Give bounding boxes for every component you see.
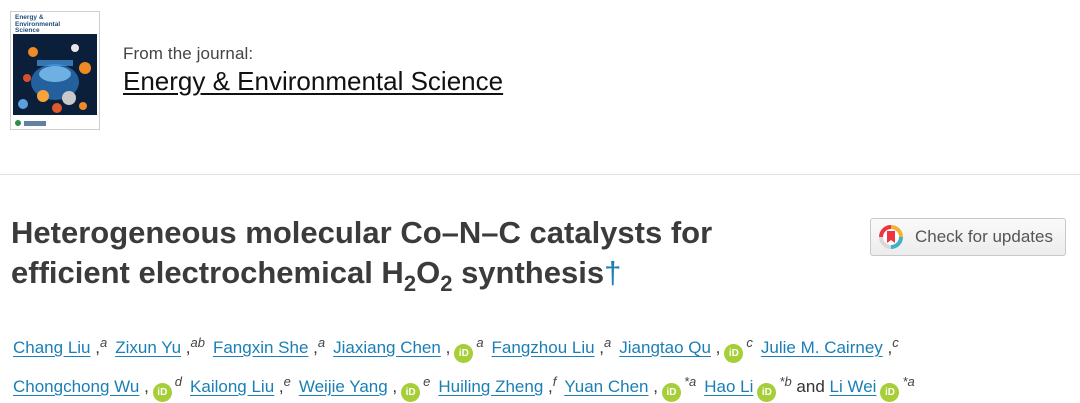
affiliation-marker[interactable]: c — [892, 335, 899, 350]
affiliation-marker[interactable]: d — [175, 374, 182, 389]
orcid-icon[interactable]: iD — [401, 383, 421, 402]
author-entry: Julie M. Cairney ,c — [760, 335, 899, 357]
author-entry: Jiaxiang Chen , iDa — [333, 335, 484, 363]
author-entry: Huiling Zheng ,f — [438, 374, 557, 396]
author-entry: Fangxin She ,a — [212, 335, 326, 357]
journal-header: Energy & Environmental Science From the … — [0, 0, 1080, 175]
article-page: Energy & Environmental Science From the … — [0, 0, 1080, 403]
affiliation-marker[interactable]: *a — [684, 374, 696, 389]
check-for-updates-button[interactable]: Check for updates — [870, 218, 1066, 256]
author-name-link[interactable]: Jiaxiang Chen — [333, 338, 441, 357]
author-name-link[interactable]: Chang Liu — [13, 338, 91, 357]
author-entry: Li Wei iD*a — [830, 374, 915, 402]
author-list: Chang Liu ,a Zixun Yu ,ab Fangxin She ,a Ji… — [13, 328, 1073, 403]
author-name-link[interactable]: Li Wei — [830, 377, 877, 396]
affiliation-marker[interactable]: f — [553, 374, 557, 389]
author-name-link[interactable]: Yuan Chen — [564, 377, 648, 396]
author-name-link[interactable]: Jiangtao Qu — [619, 338, 711, 357]
affiliation-marker[interactable]: e — [423, 374, 430, 389]
orcid-icon[interactable]: iD — [454, 344, 474, 363]
author-entry: Weijie Yang , iDe — [299, 374, 430, 402]
author-name-link[interactable]: Kailong Liu — [190, 377, 274, 396]
author-entry: Fangzhou Liu ,a — [491, 335, 612, 357]
author-name-link[interactable]: Fangxin She — [213, 338, 308, 357]
author-name-link[interactable]: Hao Li — [704, 377, 753, 396]
affiliation-marker[interactable]: e — [284, 374, 291, 389]
orcid-icon[interactable]: iD — [880, 383, 900, 402]
author-name-link[interactable]: Huiling Zheng — [438, 377, 543, 396]
author-entry: Yuan Chen , iD*a — [564, 374, 696, 402]
header-divider — [0, 174, 1080, 175]
affiliation-marker[interactable]: a — [100, 335, 107, 350]
crossmark-icon — [879, 225, 903, 249]
author-name-link[interactable]: Weijie Yang — [299, 377, 388, 396]
orcid-icon[interactable]: iD — [661, 383, 681, 402]
author-name-link[interactable]: Chongchong Wu — [13, 377, 139, 396]
affiliation-marker[interactable]: a — [604, 335, 611, 350]
author-entry: Hao Li iD*b — [704, 374, 792, 402]
check-for-updates-label: Check for updates — [915, 227, 1053, 246]
affiliation-marker[interactable]: a — [318, 335, 325, 350]
journal-cover-image[interactable]: Energy & Environmental Science — [10, 11, 100, 130]
footnote-dagger-link[interactable]: † — [604, 255, 621, 290]
author-entry: Kailong Liu ,e — [190, 374, 291, 396]
orcid-icon[interactable]: iD — [152, 383, 172, 402]
cover-artwork — [13, 34, 97, 124]
affiliation-marker[interactable]: *a — [902, 374, 914, 389]
journal-name-link[interactable]: Energy & Environmental Science — [123, 66, 503, 97]
author-entry: Chang Liu ,a — [13, 335, 108, 357]
author-name-link[interactable]: Julie M. Cairney — [761, 338, 883, 357]
author-name-link[interactable]: Fangzhou Liu — [492, 338, 595, 357]
affiliation-marker[interactable]: c — [746, 335, 753, 350]
author-conjunction: and — [791, 377, 830, 396]
affiliation-marker[interactable]: ab — [191, 335, 205, 350]
author-entry: Chongchong Wu , iDd — [13, 374, 182, 402]
affiliation-marker[interactable]: *b — [779, 374, 791, 389]
author-entry: Zixun Yu ,ab — [115, 335, 205, 357]
orcid-icon[interactable]: iD — [724, 344, 744, 363]
author-entry: Jiangtao Qu , iDc — [619, 335, 753, 363]
rsc-logo-icon — [15, 120, 21, 126]
cover-title: Energy & Environmental Science — [15, 14, 61, 34]
from-journal-label: From the journal: — [123, 44, 254, 63]
orcid-icon[interactable]: iD — [757, 383, 777, 402]
article-title: Heterogeneous molecular Co–N–C catalysts… — [11, 215, 713, 296]
author-name-link[interactable]: Zixun Yu — [115, 338, 181, 357]
affiliation-marker[interactable]: a — [476, 335, 483, 350]
